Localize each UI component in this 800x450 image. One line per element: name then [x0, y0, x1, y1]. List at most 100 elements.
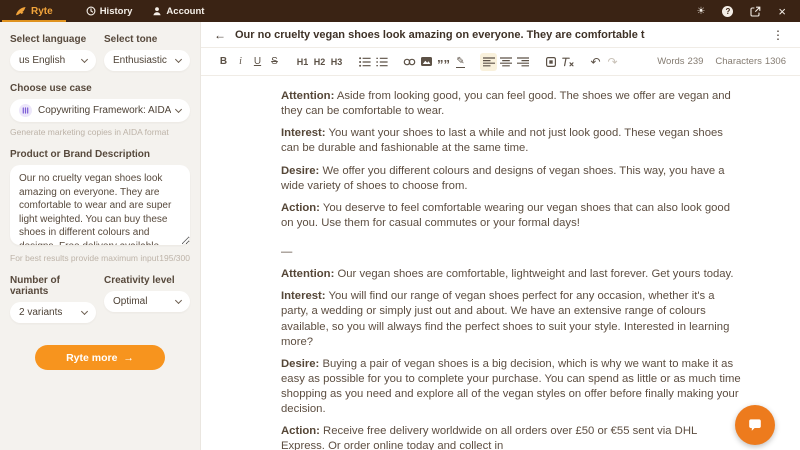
theme-toggle-icon[interactable]: ☀: [696, 6, 705, 17]
clear-format-button[interactable]: [559, 53, 576, 71]
link-button[interactable]: [401, 53, 418, 71]
language-label: Select language: [10, 34, 96, 45]
help-icon[interactable]: ?: [722, 6, 733, 17]
document-header: ← Our no cruelty vegan shoes look amazin…: [201, 22, 800, 48]
description-helper: For best results provide maximum input: [10, 253, 159, 263]
paragraph-lead: Desire:: [281, 358, 319, 370]
paragraph-lead: Attention:: [281, 268, 334, 280]
paragraph-attention-2[interactable]: Attention: Our vegan shoes are comfortab…: [281, 267, 743, 282]
use-case-select[interactable]: Copywriting Framework: AIDA: [10, 99, 190, 122]
export-icon[interactable]: [750, 6, 761, 17]
use-case-value: Copywriting Framework: AIDA: [38, 105, 171, 116]
underline-button[interactable]: U: [249, 53, 266, 71]
document-stats: Words 239 Characters 1306: [657, 56, 786, 67]
account-person-icon: [152, 6, 162, 16]
variants-field: Number of variants 2 variants: [10, 275, 96, 323]
language-field: Select language us English: [10, 34, 96, 71]
history-label: History: [100, 6, 133, 17]
paragraph-lead: Interest:: [281, 290, 326, 302]
paragraph-lead: Action:: [281, 202, 320, 214]
blockquote-button[interactable]: ””: [435, 53, 452, 71]
chevron-down-icon: [81, 55, 88, 62]
variants-select[interactable]: 2 variants: [10, 302, 96, 323]
document-title: Our no cruelty vegan shoes look amazing …: [235, 29, 645, 41]
chevron-down-icon: [81, 307, 88, 314]
undo-button[interactable]: ↶: [587, 53, 604, 71]
paragraph-lead: Desire:: [281, 165, 319, 177]
highlight-pen-icon: ✎: [456, 56, 464, 68]
embed-box-icon: [546, 57, 556, 67]
align-right-icon: [517, 57, 529, 67]
back-arrow-icon[interactable]: ←: [214, 28, 226, 42]
document-editor[interactable]: Attention: Aside from looking good, you …: [201, 76, 800, 450]
ordered-list-icon: [376, 57, 388, 67]
image-icon: [421, 57, 432, 66]
tab-ryte[interactable]: Ryte: [2, 0, 66, 22]
characters-label: Characters: [715, 56, 761, 67]
use-case-field: Choose use case Copywriting Framework: A…: [10, 83, 190, 137]
tone-value: Enthusiastic: [113, 55, 167, 66]
align-right-button[interactable]: [514, 53, 531, 71]
description-label: Product or Brand Description: [10, 149, 190, 160]
image-button[interactable]: [418, 53, 435, 71]
variants-value: 2 variants: [19, 307, 62, 318]
italic-button[interactable]: i: [232, 53, 249, 71]
paragraph-desire-1[interactable]: Desire: We offer you different colours a…: [281, 164, 743, 194]
language-select[interactable]: us English: [10, 50, 96, 71]
paragraph-lead: Action:: [281, 425, 320, 437]
editor-panel: ← Our no cruelty vegan shoes look amazin…: [200, 22, 800, 450]
more-options-icon[interactable]: ⋮: [769, 28, 787, 42]
paragraph-lead: Attention:: [281, 90, 334, 102]
description-input[interactable]: Our no cruelty vegan shoes look amazing …: [10, 165, 190, 245]
creativity-field: Creativity level Optimal: [104, 275, 190, 323]
tone-field: Select tone Enthusiastic: [104, 34, 190, 71]
topbar: Ryte History Account ☀ ? ×: [0, 0, 800, 22]
chevron-down-icon: [175, 296, 182, 303]
variant-separator: —: [281, 245, 743, 260]
clear-format-icon: [562, 57, 574, 67]
align-left-icon: [483, 57, 495, 67]
h3-button[interactable]: H3: [328, 53, 345, 71]
chevron-down-icon: [175, 105, 182, 112]
paragraph-action-1[interactable]: Action: You deserve to feel comfortable …: [281, 201, 743, 231]
paragraph-interest-1[interactable]: Interest: You want your shoes to last a …: [281, 126, 743, 156]
sidebar: Select language us English Select tone E…: [0, 22, 200, 450]
embed-button[interactable]: [542, 53, 559, 71]
paragraph-desire-2[interactable]: Desire: Buying a pair of vegan shoes is …: [281, 357, 743, 418]
bullet-list-button[interactable]: [356, 53, 373, 71]
use-case-label: Choose use case: [10, 83, 190, 94]
tab-account[interactable]: Account: [152, 0, 204, 22]
document-content: Attention: Aside from looking good, you …: [281, 89, 743, 450]
ryte-logo-icon: [15, 6, 27, 17]
close-icon[interactable]: ×: [778, 5, 786, 18]
strikethrough-button[interactable]: S: [266, 53, 283, 71]
ordered-list-button[interactable]: [373, 53, 390, 71]
highlight-button[interactable]: ✎: [452, 53, 469, 71]
tone-label: Select tone: [104, 34, 190, 45]
creativity-select[interactable]: Optimal: [104, 291, 190, 312]
language-value: us English: [19, 55, 65, 66]
chat-bubble-icon: [746, 416, 764, 434]
history-clock-icon: [86, 6, 96, 16]
ryte-more-button[interactable]: Ryte more →: [35, 345, 165, 370]
tone-select[interactable]: Enthusiastic: [104, 50, 190, 71]
h1-button[interactable]: H1: [294, 53, 311, 71]
paragraph-interest-2[interactable]: Interest: You will find our range of veg…: [281, 289, 743, 350]
topbar-right: ☀ ? ×: [696, 0, 800, 22]
tab-history[interactable]: History: [86, 0, 133, 22]
words-count: 239: [688, 56, 704, 67]
description-field: Product or Brand Description Our no crue…: [10, 149, 190, 263]
creativity-label: Creativity level: [104, 275, 190, 286]
chat-fab-button[interactable]: [735, 405, 775, 445]
creativity-value: Optimal: [113, 296, 147, 307]
bold-button[interactable]: B: [215, 53, 232, 71]
paragraph-attention-1[interactable]: Attention: Aside from looking good, you …: [281, 89, 743, 119]
align-left-button[interactable]: [480, 53, 497, 71]
redo-button[interactable]: ↷: [604, 53, 621, 71]
paragraph-action-2[interactable]: Action: Receive free delivery worldwide …: [281, 424, 743, 450]
align-center-button[interactable]: [497, 53, 514, 71]
words-label: Words: [657, 56, 684, 67]
h2-button[interactable]: H2: [311, 53, 328, 71]
paragraph-lead: Interest:: [281, 127, 326, 139]
ryte-more-label: Ryte more: [66, 352, 117, 364]
